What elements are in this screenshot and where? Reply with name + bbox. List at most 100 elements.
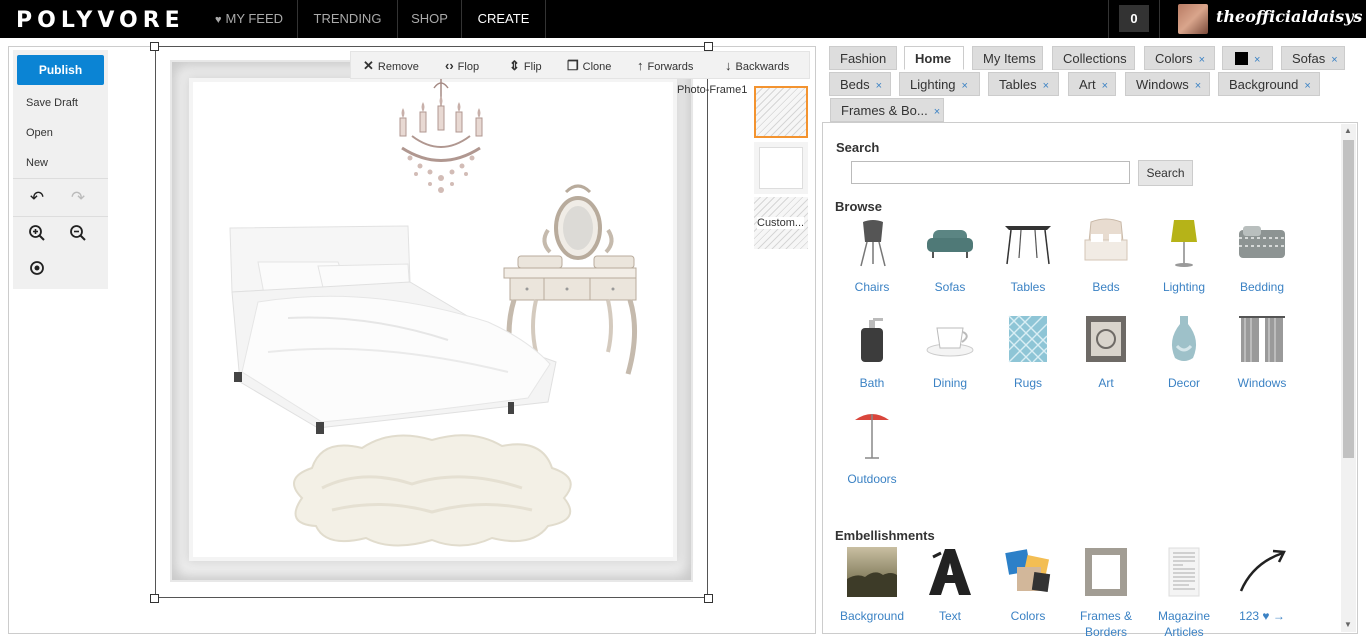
tab-fashion[interactable]: Fashion bbox=[829, 46, 897, 70]
search-button[interactable]: Search bbox=[1138, 160, 1193, 186]
heart-icon: ♥ bbox=[214, 14, 222, 26]
rug-icon bbox=[1008, 315, 1048, 363]
bed-item[interactable] bbox=[228, 222, 560, 434]
close-tab-icon[interactable]: × bbox=[1043, 80, 1049, 92]
clone-button[interactable]: ❐ Clone bbox=[567, 52, 611, 80]
magazine-page-icon bbox=[1168, 547, 1200, 597]
resize-handle[interactable] bbox=[150, 594, 159, 603]
arrow-down-icon: ↓ bbox=[725, 58, 732, 73]
remove-label: Remove bbox=[377, 61, 419, 73]
new-link[interactable]: New bbox=[26, 157, 48, 169]
item-context-toolbar: ✕ Remove ‹› Flop ⇕ Flip ❐ Clone ↑ Forwards ↓ B… bbox=[350, 51, 810, 79]
flip-button[interactable]: ⇕ Flip bbox=[509, 52, 542, 80]
frame-style-swatch-hatched[interactable] bbox=[754, 86, 808, 138]
landscape-photo-icon bbox=[847, 547, 897, 597]
user-avatar[interactable] bbox=[1178, 4, 1208, 34]
tab-my-items[interactable]: My Items bbox=[972, 46, 1043, 70]
umbrella-icon bbox=[855, 414, 889, 459]
color-swatches-icon bbox=[1005, 549, 1051, 593]
resize-handle[interactable] bbox=[150, 42, 159, 51]
framed-art-icon bbox=[1086, 316, 1126, 362]
zoom-in-icon[interactable] bbox=[26, 224, 48, 246]
picture-frame-icon bbox=[1085, 548, 1127, 596]
cup-icon bbox=[926, 327, 974, 357]
forwards-button[interactable]: ↑ Forwards bbox=[637, 52, 693, 80]
resize-handle[interactable] bbox=[704, 42, 713, 51]
tab-label: Tables bbox=[999, 77, 1037, 92]
undo-icon[interactable]: ↶ bbox=[26, 187, 48, 209]
close-tab-icon[interactable]: × bbox=[1304, 80, 1310, 92]
close-tab-icon[interactable]: × bbox=[934, 106, 940, 118]
close-tab-icon[interactable]: × bbox=[1331, 54, 1337, 66]
category-label: Windows bbox=[1237, 376, 1287, 390]
publish-button[interactable]: Publish bbox=[17, 55, 104, 85]
category-label: Dining bbox=[932, 376, 968, 390]
scroll-down-arrow-icon[interactable]: ▼ bbox=[1344, 620, 1352, 629]
browse-section-title: Browse bbox=[835, 199, 882, 214]
frame-style-swatch-custom[interactable]: Custom... bbox=[754, 197, 808, 249]
chair-icon bbox=[860, 220, 886, 267]
close-tab-icon[interactable]: × bbox=[1102, 80, 1108, 92]
polyvore-logo[interactable]: POLYVORE bbox=[16, 8, 185, 33]
notification-count-badge[interactable]: 0 bbox=[1119, 5, 1149, 32]
backwards-button[interactable]: ↓ Backwards bbox=[725, 52, 789, 80]
tab-collections[interactable]: Collections bbox=[1052, 46, 1135, 70]
tab-home[interactable]: Home bbox=[904, 46, 964, 70]
close-tab-icon[interactable]: × bbox=[1254, 54, 1260, 66]
save-draft-link[interactable]: Save Draft bbox=[26, 97, 78, 109]
category-label: Tables bbox=[1010, 280, 1046, 294]
tab-art[interactable]: Art × bbox=[1068, 72, 1116, 96]
tab-label: Windows bbox=[1136, 77, 1189, 92]
tab-lighting[interactable]: Lighting × bbox=[899, 72, 980, 96]
nav-create[interactable]: CREATE bbox=[462, 0, 546, 38]
tab-label: Fashion bbox=[840, 51, 887, 66]
embellishment-label: Colors bbox=[1010, 609, 1046, 623]
flop-button[interactable]: ‹› Flop bbox=[445, 52, 479, 80]
tab-tables[interactable]: Tables × bbox=[988, 72, 1059, 96]
tab-label: Lighting bbox=[910, 77, 956, 92]
notifications-area: 0 bbox=[1108, 0, 1160, 38]
black-color-swatch bbox=[1235, 52, 1248, 65]
chandelier-item[interactable] bbox=[392, 78, 490, 196]
zoom-out-icon[interactable] bbox=[67, 224, 89, 246]
tab-label: Background bbox=[1229, 77, 1299, 92]
sheepskin-rug-item[interactable] bbox=[282, 428, 582, 548]
tab-beds[interactable]: Beds × bbox=[829, 72, 891, 96]
scroll-up-arrow-icon[interactable]: ▲ bbox=[1344, 126, 1352, 135]
text-letter-icon bbox=[929, 549, 971, 595]
embellishment-label: 123 ♥ → bbox=[1239, 609, 1285, 623]
username-link[interactable]: theofficialdaisys bbox=[1216, 7, 1362, 26]
tab-windows[interactable]: Windows × bbox=[1125, 72, 1210, 96]
bedding-icon bbox=[1239, 226, 1285, 258]
frame-style-swatch-plain[interactable] bbox=[754, 142, 808, 194]
close-tab-icon[interactable]: × bbox=[1199, 54, 1205, 66]
resize-handle[interactable] bbox=[704, 594, 713, 603]
nav-trending[interactable]: TRENDING bbox=[298, 0, 398, 38]
backwards-label: Backwards bbox=[735, 61, 790, 73]
tab-color-black[interactable]: × bbox=[1222, 46, 1273, 70]
nav-my-feed[interactable]: ♥ MY FEED bbox=[200, 0, 298, 38]
flip-label: Flip bbox=[523, 61, 542, 73]
curtain-icon bbox=[1239, 316, 1285, 362]
tab-frames-borders[interactable]: Frames & Bo... × bbox=[830, 98, 944, 122]
category-label: Bedding bbox=[1239, 280, 1285, 294]
editor-toolbox: Publish Save Draft Open New ↶ ↷ bbox=[13, 50, 108, 289]
sofa-icon bbox=[927, 230, 973, 258]
close-tab-icon[interactable]: × bbox=[962, 80, 968, 92]
tab-colors[interactable]: Colors × bbox=[1144, 46, 1215, 70]
tab-background[interactable]: Background × bbox=[1218, 72, 1320, 96]
open-link[interactable]: Open bbox=[26, 127, 53, 139]
remove-button[interactable]: ✕ Remove bbox=[363, 52, 419, 80]
embellishments-section-title: Embellishments bbox=[835, 528, 935, 543]
clone-label: Clone bbox=[582, 61, 612, 73]
flip-icon: ⇕ bbox=[509, 58, 520, 73]
nav-shop[interactable]: SHOP bbox=[398, 0, 462, 38]
center-icon[interactable] bbox=[26, 260, 48, 282]
search-input[interactable] bbox=[851, 161, 1130, 184]
tab-sofas[interactable]: Sofas × bbox=[1281, 46, 1345, 70]
close-tab-icon[interactable]: × bbox=[876, 80, 882, 92]
panel-scrollbar-thumb[interactable] bbox=[1343, 140, 1354, 458]
plain-swatch-preview bbox=[759, 147, 803, 189]
embellishment-label: Background bbox=[839, 609, 905, 623]
close-tab-icon[interactable]: × bbox=[1195, 80, 1201, 92]
